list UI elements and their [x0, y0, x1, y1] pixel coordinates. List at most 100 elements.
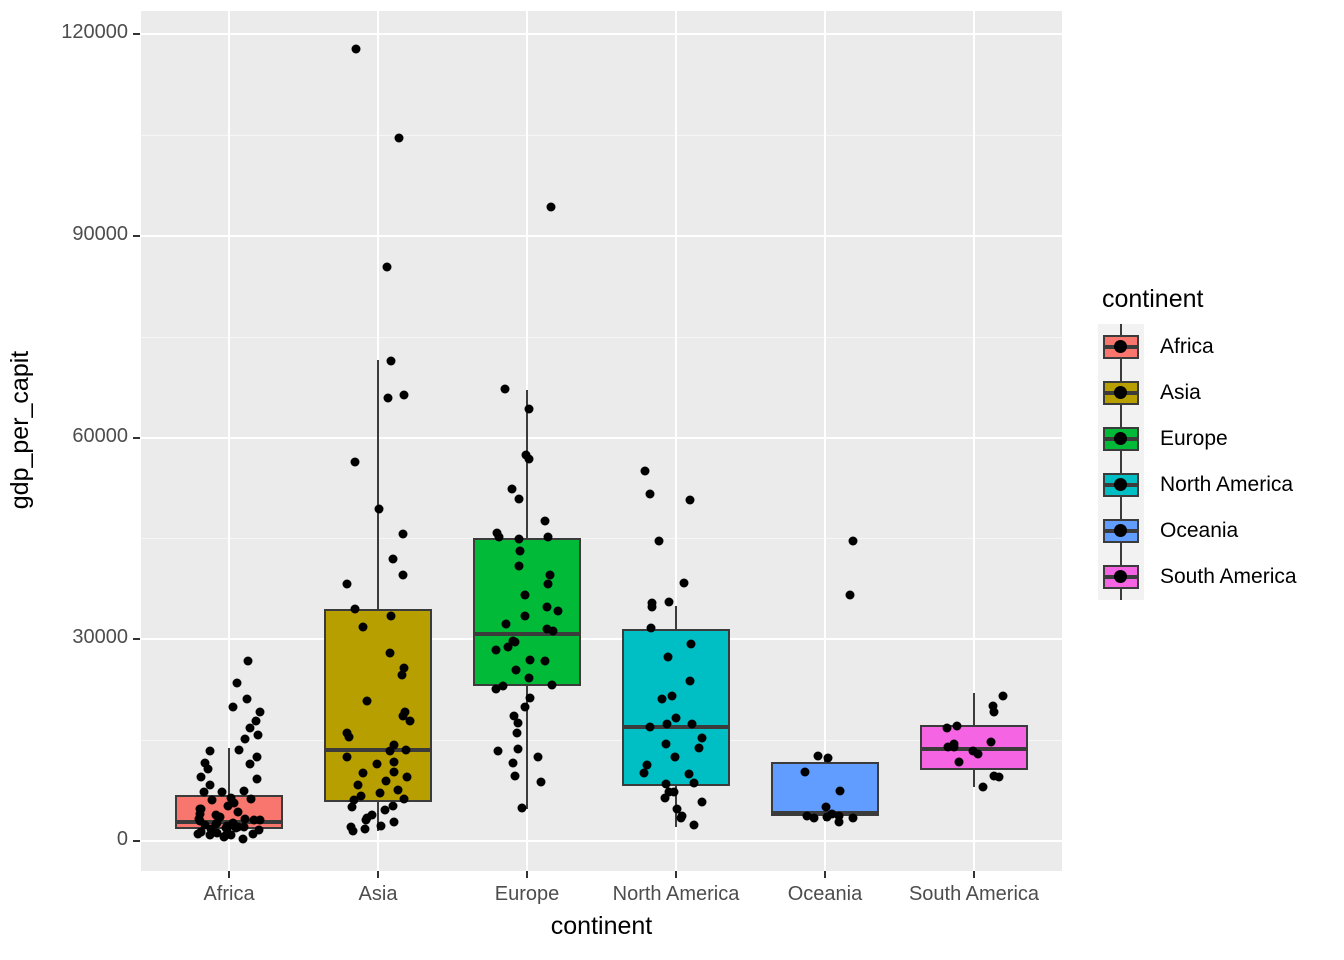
jitter-point — [372, 759, 382, 769]
legend-key-point — [1114, 570, 1127, 583]
gridline-major-horizontal — [141, 638, 1062, 641]
ggplot-boxplot-figure: gdp_per_capit 0 30000 60000 90000 120000 Afr… — [0, 0, 1344, 960]
jitter-point — [386, 356, 396, 366]
jitter-point — [388, 801, 398, 811]
jitter-point — [401, 745, 411, 755]
jitter-point — [385, 648, 395, 658]
legend-item-africa[interactable]: Africa — [1098, 324, 1338, 370]
gridline-minor-horizontal — [141, 336, 1062, 338]
jitter-point — [405, 716, 415, 726]
jitter-point — [848, 536, 857, 546]
jitter-point — [362, 696, 372, 706]
jitter-point — [687, 719, 697, 729]
legend-key-swatch — [1098, 462, 1144, 508]
jitter-point — [350, 457, 360, 467]
jitter-point — [503, 642, 513, 652]
jitter-point — [639, 768, 649, 778]
legend-item-asia[interactable]: Asia — [1098, 370, 1338, 416]
jitter-point — [514, 534, 524, 544]
boxplot-median-line — [622, 724, 730, 729]
jitter-point — [493, 746, 503, 756]
jitter-point — [228, 702, 238, 712]
jitter-point — [954, 757, 964, 767]
jitter-point — [399, 390, 409, 400]
jitter-point — [952, 721, 962, 731]
legend-key-swatch — [1098, 370, 1144, 416]
jitter-point — [520, 611, 530, 621]
y-tick-label: 30000 — [72, 626, 128, 649]
jitter-point — [205, 830, 215, 840]
jitter-point — [508, 758, 518, 768]
jitter-point — [501, 619, 511, 629]
jitter-point — [657, 694, 667, 704]
jitter-point — [240, 734, 250, 744]
boxplot-median-line — [473, 631, 581, 636]
jitter-point — [393, 785, 403, 795]
jitter-point — [500, 384, 510, 394]
jitter-point — [494, 532, 504, 542]
jitter-point — [800, 767, 810, 777]
jitter-point — [347, 802, 357, 812]
jitter-point — [388, 554, 398, 564]
jitter-point — [358, 622, 368, 632]
jitter-point — [199, 787, 209, 797]
jitter-point — [512, 728, 522, 738]
jitter-point — [491, 645, 501, 655]
jitter-point — [196, 827, 206, 837]
jitter-point — [234, 745, 244, 755]
jitter-point — [515, 546, 525, 556]
jitter-point — [547, 680, 557, 690]
jitter-point — [374, 504, 384, 513]
jitter-point — [207, 795, 217, 804]
jitter-point — [252, 774, 262, 784]
jitter-point — [358, 768, 368, 778]
jitter-point — [342, 579, 352, 589]
jitter-point — [513, 718, 523, 728]
jitter-point — [667, 691, 677, 701]
y-tick-mark — [133, 638, 140, 641]
jitter-point — [694, 743, 704, 753]
jitter-point — [545, 570, 555, 580]
jitter-point — [386, 611, 396, 621]
x-tick-mark — [228, 871, 230, 878]
jitter-point — [517, 803, 527, 813]
jitter-point — [348, 826, 358, 836]
jitter-point — [548, 626, 558, 636]
jitter-point — [647, 602, 657, 612]
legend-item-label: North America — [1160, 473, 1294, 496]
gridline-minor-horizontal — [141, 134, 1062, 136]
jitter-point — [689, 820, 699, 830]
jitter-point — [845, 590, 855, 600]
plot-panel — [141, 11, 1062, 871]
jitter-point — [986, 737, 996, 747]
jitter-point — [361, 815, 371, 825]
jitter-point — [511, 665, 521, 675]
jitter-point — [553, 606, 563, 616]
y-tick-label: 120000 — [61, 21, 128, 43]
boxplot-box — [622, 629, 730, 786]
x-axis-title: continent — [550, 912, 653, 940]
legend-item-north-america[interactable]: North America — [1098, 462, 1338, 508]
x-tick-mark — [377, 871, 379, 878]
jitter-point — [353, 780, 363, 790]
jitter-point — [242, 694, 252, 704]
jitter-point — [809, 813, 819, 823]
legend-item-europe[interactable]: Europe — [1098, 416, 1338, 462]
x-tick-label: North America — [612, 883, 740, 905]
jitter-point — [402, 772, 412, 782]
legend-item-south-america[interactable]: South America — [1098, 554, 1338, 600]
jitter-point — [351, 44, 361, 54]
jitter-point — [525, 655, 535, 665]
jitter-point — [245, 723, 255, 733]
jitter-point — [398, 529, 408, 539]
legend-item-oceania[interactable]: Oceania — [1098, 508, 1338, 554]
jitter-point — [684, 769, 694, 779]
jitter-point — [664, 597, 674, 607]
gridline-major-horizontal — [141, 840, 1062, 842]
jitter-point — [385, 746, 395, 756]
y-tick-label: 90000 — [72, 222, 128, 245]
jitter-point — [389, 757, 399, 767]
jitter-point — [645, 722, 655, 732]
legend-item-label: South America — [1160, 565, 1297, 588]
jitter-point — [399, 794, 409, 804]
